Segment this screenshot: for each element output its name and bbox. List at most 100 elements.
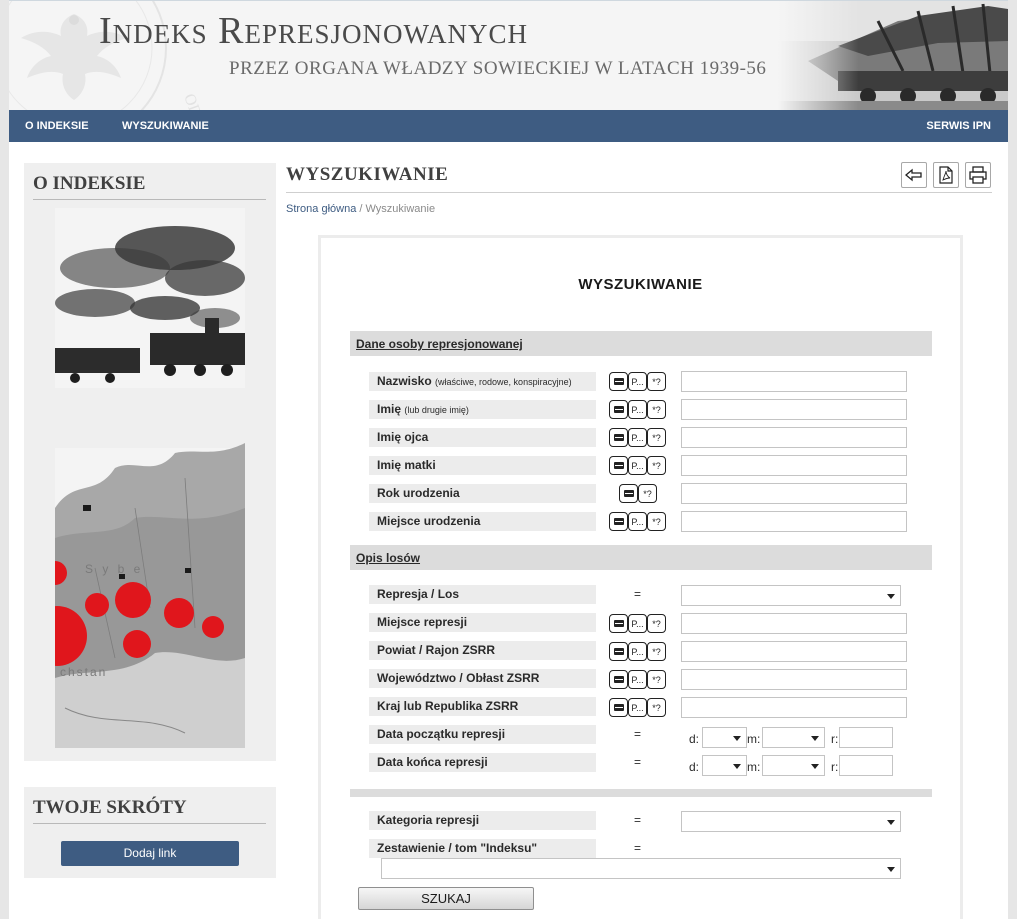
train-photo xyxy=(778,1,1008,110)
category-equals: = xyxy=(634,813,642,827)
prefix-match-icon[interactable]: P... xyxy=(628,428,647,447)
end-month-select[interactable] xyxy=(762,755,825,776)
section-fate-bar: Opis losów xyxy=(350,545,932,570)
chevron-down-icon xyxy=(887,594,895,599)
site-header: OD Indeks Represjonowanych PRZEZ ORGANA … xyxy=(9,0,1008,110)
country-mode-group: P... *? xyxy=(609,698,666,717)
repression-equals: = xyxy=(634,587,642,601)
birth-place-input[interactable] xyxy=(681,511,907,532)
section-person-toggle[interactable]: Dane osoby represjonowanej xyxy=(356,337,523,351)
start-date-equals: = xyxy=(634,727,642,741)
end-date-label: Data końca represji xyxy=(369,753,596,772)
end-year-label: r: xyxy=(831,760,839,774)
nav-item-serwis-ipn[interactable]: SERWIS IPN xyxy=(926,110,991,142)
birth-place-mode-group: P... *? xyxy=(609,512,666,531)
volume-select[interactable] xyxy=(381,858,901,879)
category-label: Kategoria represji xyxy=(369,811,596,830)
exact-match-icon[interactable] xyxy=(609,670,628,689)
prefix-match-icon[interactable]: P... xyxy=(628,400,647,419)
chevron-down-icon xyxy=(733,736,741,741)
wildcard-match-icon[interactable]: *? xyxy=(647,456,666,475)
end-year-input[interactable] xyxy=(839,755,893,776)
district-mode-group: P... *? xyxy=(609,642,666,661)
wildcard-match-icon[interactable]: *? xyxy=(647,614,666,633)
back-icon xyxy=(905,168,922,182)
map-label-kazachstan: chstan xyxy=(60,665,107,679)
chevron-down-icon xyxy=(811,764,819,769)
exact-match-icon[interactable] xyxy=(609,456,628,475)
birth-year-input[interactable] xyxy=(681,483,907,504)
start-year-input[interactable] xyxy=(839,727,893,748)
district-input[interactable] xyxy=(681,641,907,662)
print-button[interactable] xyxy=(965,162,991,188)
repression-place-input[interactable] xyxy=(681,613,907,634)
section-person-bar: Dane osoby represjonowanej xyxy=(350,331,932,356)
start-date-label: Data początku represji xyxy=(369,725,596,744)
district-label: Powiat / Rajon ZSRR xyxy=(369,641,596,660)
start-day-select[interactable] xyxy=(702,727,747,748)
wildcard-match-icon[interactable]: *? xyxy=(638,484,657,503)
voivodeship-input[interactable] xyxy=(681,669,907,690)
exact-match-icon[interactable] xyxy=(619,484,638,503)
start-day-label: d: xyxy=(689,732,700,746)
start-month-select[interactable] xyxy=(762,727,825,748)
father-name-input[interactable] xyxy=(681,427,907,448)
breadcrumb-current: Wyszukiwanie xyxy=(365,203,436,215)
exact-match-icon[interactable] xyxy=(609,512,628,531)
back-button[interactable] xyxy=(901,162,927,188)
section-fate-toggle[interactable]: Opis losów xyxy=(356,551,420,565)
repression-select[interactable] xyxy=(681,585,901,606)
first-name-input[interactable] xyxy=(681,399,907,420)
prefix-match-icon[interactable]: P... xyxy=(628,614,647,633)
mother-name-label: Imię matki xyxy=(369,456,596,475)
wildcard-match-icon[interactable]: *? xyxy=(647,428,666,447)
wildcard-match-icon[interactable]: *? xyxy=(647,400,666,419)
repression-place-mode-group: P... *? xyxy=(609,614,666,633)
exact-match-icon[interactable] xyxy=(609,428,628,447)
wildcard-match-icon[interactable]: *? xyxy=(647,512,666,531)
add-link-button[interactable]: Dodaj link xyxy=(61,841,239,866)
pdf-icon xyxy=(939,166,953,184)
exact-match-icon[interactable] xyxy=(609,642,628,661)
country-label: Kraj lub Republika ZSRR xyxy=(369,697,596,716)
pdf-button[interactable] xyxy=(933,162,959,188)
chevron-down-icon xyxy=(811,736,819,741)
start-year-label: r: xyxy=(831,732,839,746)
country-input[interactable] xyxy=(681,697,907,718)
prefix-match-icon[interactable]: P... xyxy=(628,372,647,391)
prefix-match-icon[interactable]: P... xyxy=(628,456,647,475)
wildcard-match-icon[interactable]: *? xyxy=(647,642,666,661)
chevron-down-icon xyxy=(733,764,741,769)
exact-match-icon[interactable] xyxy=(609,372,628,391)
exact-match-icon[interactable] xyxy=(609,698,628,717)
repression-label: Represja / Los xyxy=(369,585,596,604)
nav-item-wyszukiwanie[interactable]: WYSZUKIWANIE xyxy=(122,110,209,142)
breadcrumb-home-link[interactable]: Strona główna xyxy=(286,203,356,215)
surname-input[interactable] xyxy=(681,371,907,392)
father-name-mode-group: P... *? xyxy=(609,428,666,447)
sidebar-about-box: O INDEKSIE S y b e chstan xyxy=(24,163,276,761)
first-name-mode-group: P... *? xyxy=(609,400,666,419)
prefix-match-icon[interactable]: P... xyxy=(628,670,647,689)
end-day-select[interactable] xyxy=(702,755,747,776)
prefix-match-icon[interactable]: P... xyxy=(628,642,647,661)
mother-name-input[interactable] xyxy=(681,455,907,476)
birth-year-mode-group: *? xyxy=(619,484,657,503)
category-select[interactable] xyxy=(681,811,901,832)
nav-item-o-indeksie[interactable]: O INDEKSIE xyxy=(25,110,89,142)
exact-match-icon[interactable] xyxy=(609,400,628,419)
surname-mode-group: P... *? xyxy=(609,372,666,391)
repression-map-image[interactable]: S y b e chstan xyxy=(55,208,245,748)
search-button[interactable]: SZUKAJ xyxy=(358,887,534,910)
chevron-down-icon xyxy=(887,820,895,825)
wildcard-match-icon[interactable]: *? xyxy=(647,372,666,391)
wildcard-match-icon[interactable]: *? xyxy=(647,698,666,717)
end-day-label: d: xyxy=(689,760,700,774)
prefix-match-icon[interactable]: P... xyxy=(628,512,647,531)
wildcard-match-icon[interactable]: *? xyxy=(647,670,666,689)
prefix-match-icon[interactable]: P... xyxy=(628,698,647,717)
sidebar-shortcuts-box: TWOJE SKRÓTY Dodaj link xyxy=(24,787,276,878)
birth-year-label: Rok urodzenia xyxy=(369,484,596,503)
exact-match-icon[interactable] xyxy=(609,614,628,633)
birth-place-label: Miejsce urodzenia xyxy=(369,512,596,531)
